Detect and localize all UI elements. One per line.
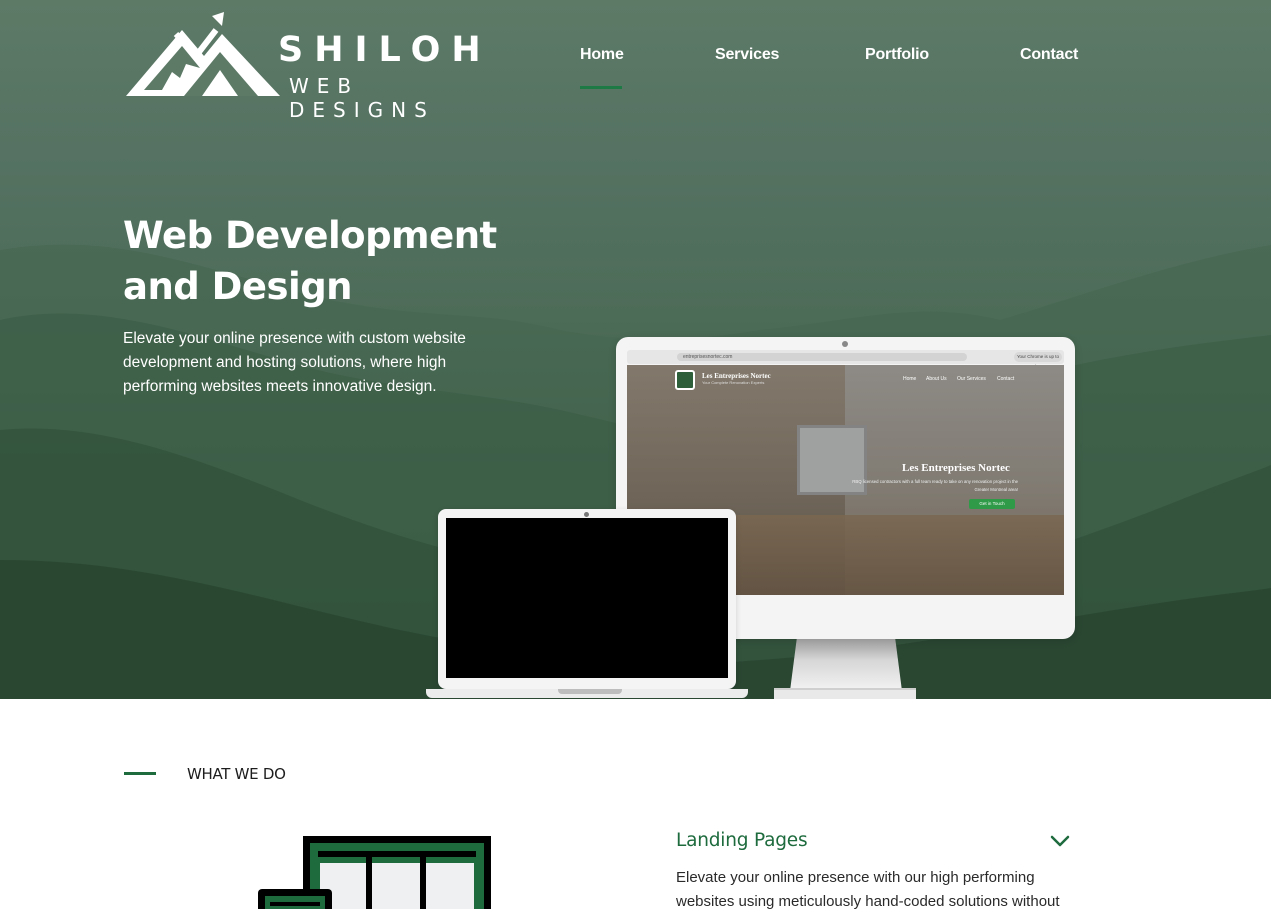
landing-page-illustration — [258, 836, 491, 909]
nav-contact[interactable]: Contact — [1020, 46, 1078, 64]
nav-active-indicator — [580, 86, 622, 89]
brand-title: SHILOH — [278, 30, 492, 70]
browser-update-pill: Your Chrome is up to date — [1014, 352, 1062, 369]
nav-portfolio[interactable]: Portfolio — [865, 46, 929, 64]
monitor-base — [774, 688, 916, 699]
laptop-mockup — [438, 509, 736, 689]
site-hero-title: Les Entreprises Nortec — [902, 462, 1010, 474]
nav-services[interactable]: Services — [715, 46, 779, 64]
site-nav-home: Home — [903, 376, 917, 382]
monitor-camera — [842, 341, 848, 347]
brand-subtitle: WEB DESIGNS — [289, 74, 435, 122]
hero-title: Web Development and Design — [123, 214, 497, 308]
mountain-logo-icon — [126, 12, 280, 96]
hero-section: SHILOH WEB DESIGNS Home Services Portfol… — [0, 0, 1271, 699]
site-nav-services: Our Services — [957, 376, 986, 382]
laptop-camera — [584, 512, 589, 517]
section-accent-line — [124, 772, 156, 775]
laptop-notch — [558, 689, 622, 694]
browser-toolbar: entreprisesnortec.com Your Chrome is up … — [627, 350, 1064, 369]
accordion-description: Elevate your online presence with our hi… — [676, 869, 1060, 909]
nav-home[interactable]: Home — [580, 46, 624, 64]
chevron-down-icon[interactable] — [1049, 832, 1071, 850]
monitor-stand — [790, 639, 902, 691]
site-tagline: Your Complete Renovation Experts — [702, 380, 765, 385]
site-logo — [675, 370, 695, 390]
browser-url-bar: entreprisesnortec.com — [677, 353, 967, 361]
site-nav-about: About Us — [926, 376, 947, 382]
hero-description: Elevate your online presence with custom… — [123, 330, 466, 395]
accordion-title-landing-pages[interactable]: Landing Pages — [676, 830, 808, 851]
site-nav-contact: Contact — [997, 376, 1015, 382]
laptop-screen — [446, 518, 728, 678]
site-cta-button: Get in Touch — [969, 499, 1015, 509]
site-name: Les Entreprises Nortec — [702, 372, 771, 380]
site-hero-text: RBQ licensed contractors with a full tea… — [852, 479, 1018, 492]
section-label: WHAT WE DO — [187, 765, 286, 783]
brand-logo[interactable]: SHILOH WEB DESIGNS — [124, 12, 504, 122]
main-nav: Home Services Portfolio Contact — [580, 46, 1080, 90]
